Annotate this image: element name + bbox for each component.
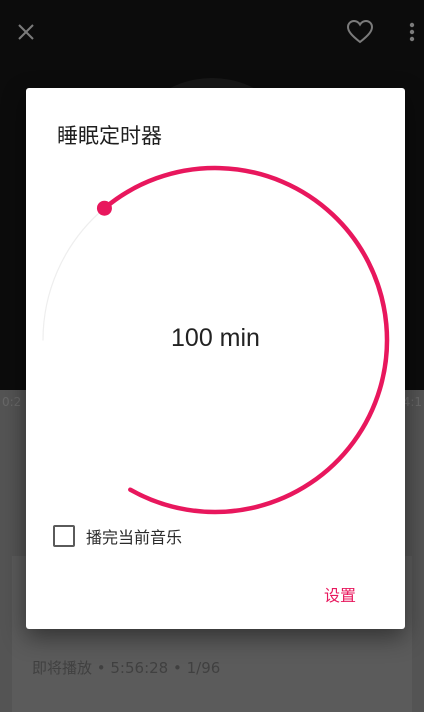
finish-current-track-checkbox[interactable]	[53, 525, 75, 547]
timer-value: 100 min	[171, 324, 260, 352]
finish-current-track-option[interactable]: 播完当前音乐	[53, 524, 182, 548]
dial-thumb[interactable]	[96, 200, 112, 216]
set-button[interactable]: 设置	[318, 578, 362, 610]
finish-current-track-label: 播完当前音乐	[86, 528, 183, 547]
sleep-timer-dialog: 睡眠定时器 100 min 播完当前音乐 设置	[26, 88, 405, 629]
